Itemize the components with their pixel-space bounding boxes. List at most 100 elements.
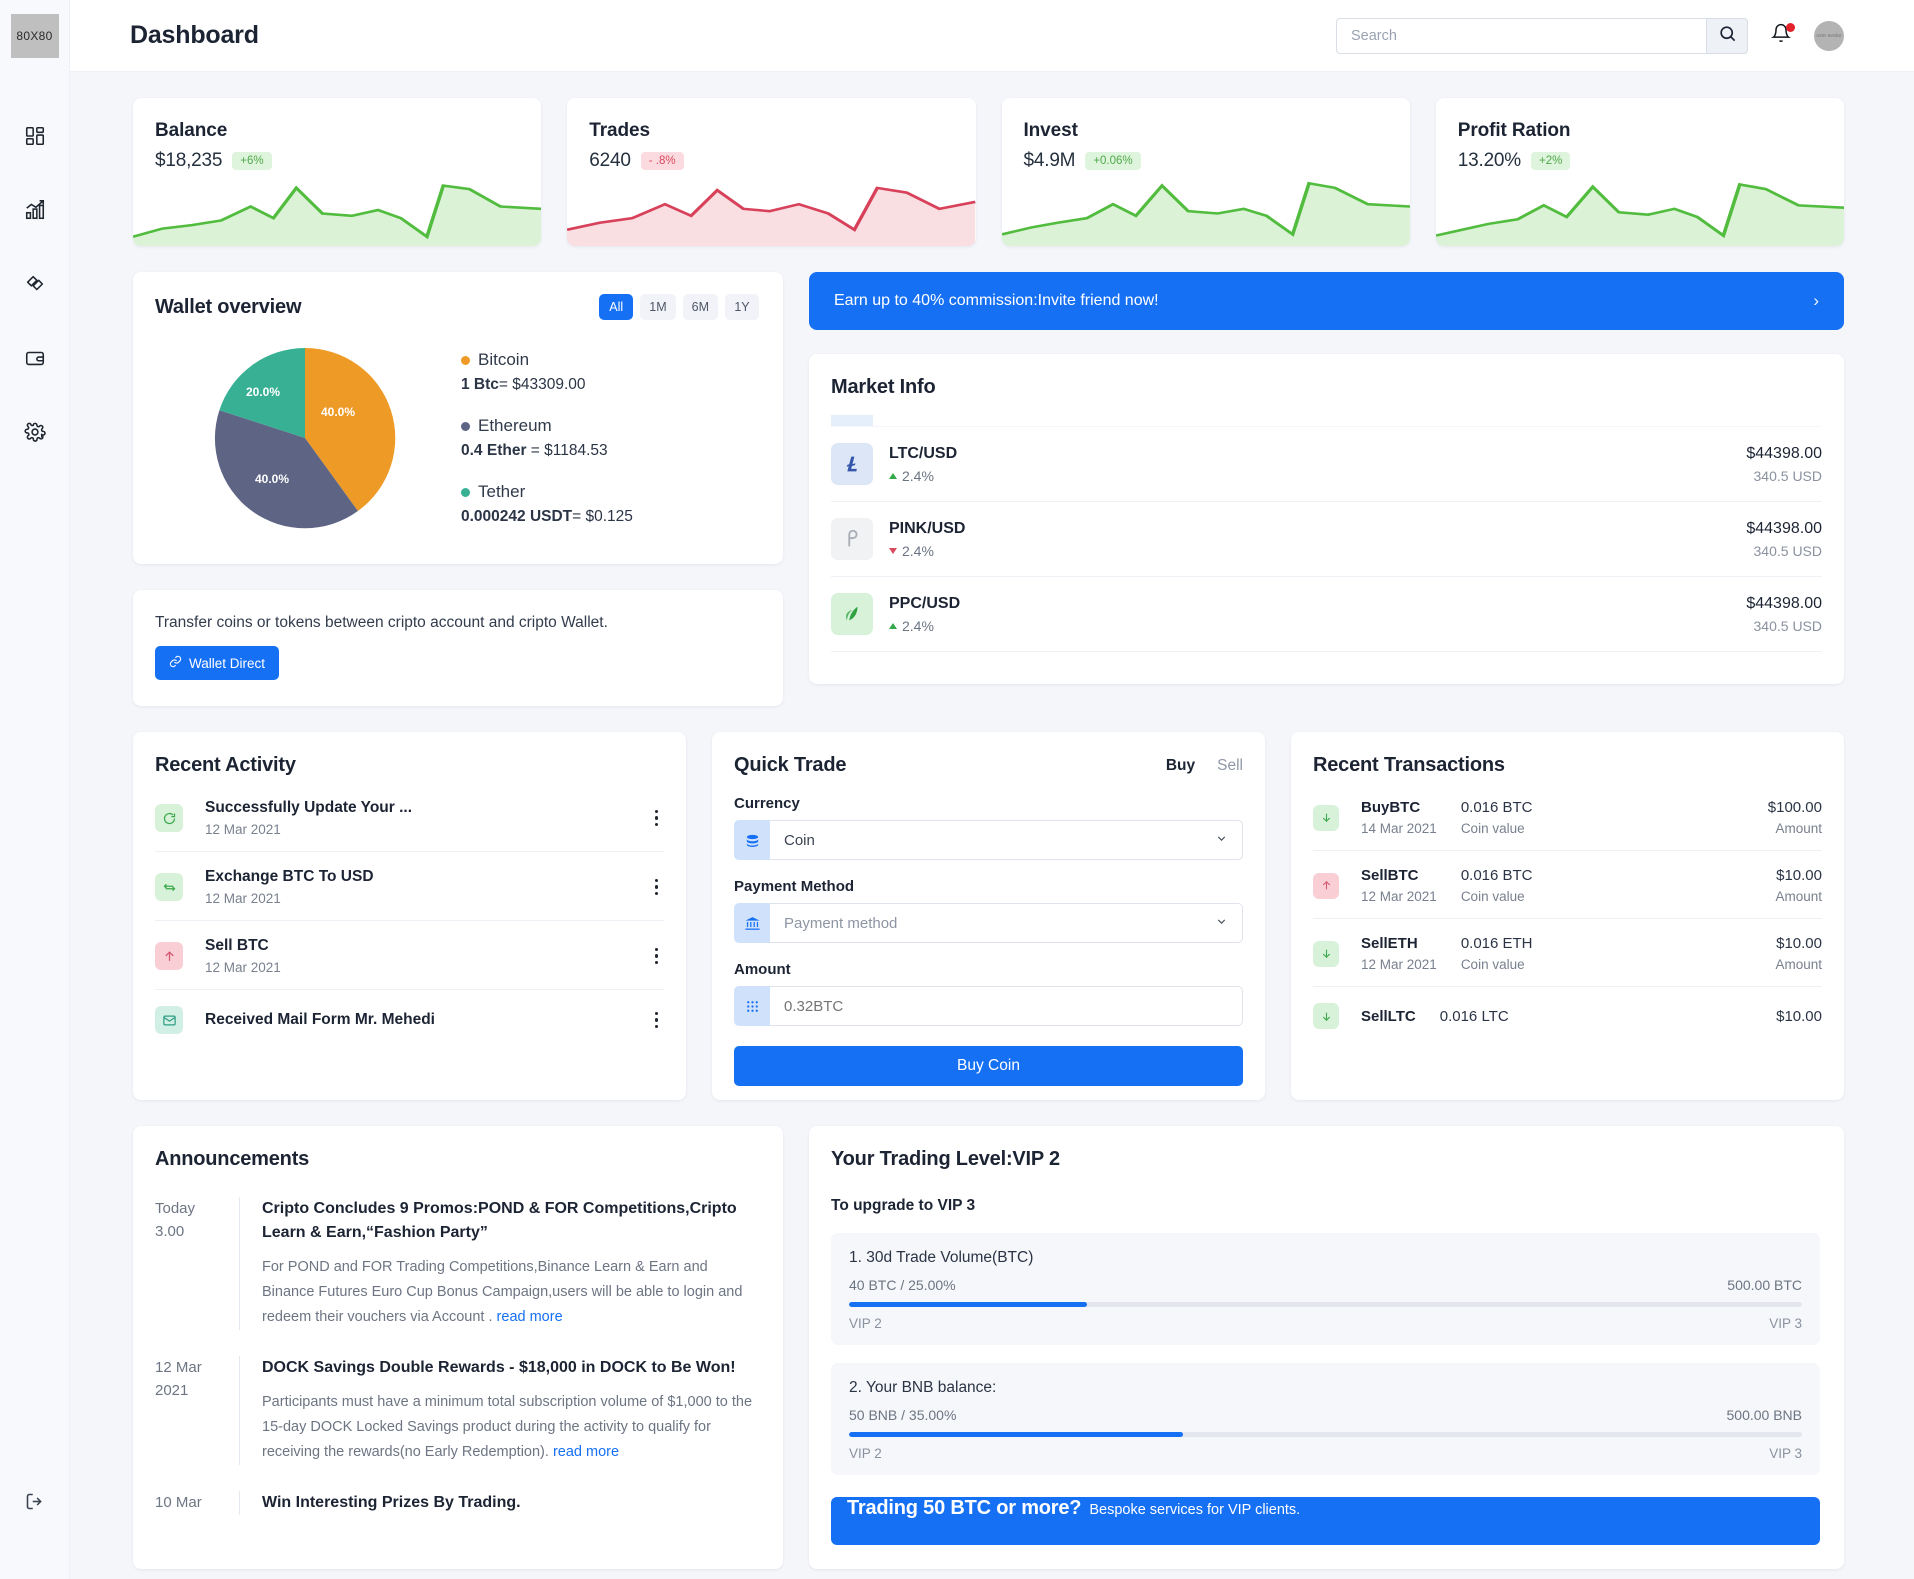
wallet-overview-body: 40.0% 40.0% 20.0% Bitcoin 1 Btc= $43309.…: [155, 338, 759, 538]
payment-method-select[interactable]: Payment method: [770, 903, 1243, 943]
market-pair: PINK/USD: [889, 519, 966, 537]
more-options-icon[interactable]: [649, 806, 665, 831]
payment-method-select-group: Payment method: [734, 903, 1243, 943]
market-row-values: $44398.00 340.5 USD: [1746, 445, 1822, 484]
tab-sell[interactable]: Sell: [1217, 757, 1243, 775]
vip-level-from: VIP 2: [849, 1316, 882, 1331]
market-row-values: $44398.00 340.5 USD: [1746, 520, 1822, 559]
announcement-date: 10 Mar: [155, 1491, 239, 1515]
bottom-row: Announcements Today 3.00 Cripto Conclude…: [133, 1126, 1844, 1579]
announcement-item[interactable]: 12 Mar 2021 DOCK Savings Double Rewards …: [155, 1355, 759, 1465]
table-row[interactable]: SellBTC 12 Mar 2021 0.016 BTC Coin value…: [1313, 851, 1822, 919]
chevron-down-icon: [1215, 832, 1228, 848]
transaction-amount-label: Amount: [1775, 889, 1822, 904]
avatar[interactable]: user-avatar: [1814, 20, 1844, 51]
promo-banner[interactable]: Earn up to 40% commission:Invite friend …: [809, 272, 1844, 330]
legend-name: Bitcoin: [478, 350, 530, 369]
range-tab-1y[interactable]: 1Y: [725, 294, 759, 320]
table-row[interactable]: BuyBTC 14 Mar 2021 0.016 BTC Coin value …: [1313, 783, 1822, 851]
transaction-amount: $10.00 Amount: [1775, 935, 1822, 972]
sidebar-item-dashboard[interactable]: [15, 116, 55, 156]
chevron-down-icon: [1215, 915, 1228, 931]
notifications-button[interactable]: [1768, 22, 1795, 49]
quick-trade-title: Quick Trade: [734, 754, 847, 776]
announcement-body: Win Interesting Prizes By Trading.: [239, 1490, 759, 1515]
swap-icon: [155, 873, 183, 901]
announcement-item[interactable]: 10 Mar Win Interesting Prizes By Trading…: [155, 1490, 759, 1515]
currency-select[interactable]: Coin: [770, 820, 1243, 860]
more-options-icon[interactable]: [649, 875, 665, 900]
stat-value: $4.9M: [1023, 150, 1076, 171]
transaction-coin-label: Coin value: [1460, 957, 1525, 972]
transaction-coin: 0.016 BTC Coin value: [1461, 867, 1591, 904]
transaction-amount-label: Amount: [1775, 957, 1822, 972]
more-options-icon[interactable]: [649, 944, 665, 969]
sparkline-chart: [1001, 174, 1410, 246]
wallet-direct-button[interactable]: Wallet Direct: [155, 646, 280, 680]
sidebar-item-analytics[interactable]: [15, 190, 55, 230]
market-change: 2.4%: [889, 468, 957, 484]
sidebar-item-wallet[interactable]: [15, 338, 55, 378]
read-more-link[interactable]: read more: [553, 1444, 619, 1460]
market-row[interactable]: PPC/USD 2.4% $44398.00 340.5 USD: [831, 577, 1822, 652]
transaction-coin: 0.016 LTC: [1440, 1008, 1570, 1025]
trading-level-subtitle: To upgrade to VIP 3: [831, 1197, 976, 1214]
legend-amount: 0.4 Ether: [461, 442, 527, 459]
wallet-icon: [24, 347, 46, 369]
page-title: Dashboard: [130, 21, 259, 49]
amount-input[interactable]: [770, 986, 1243, 1026]
activity-date: 12 Mar 2021: [205, 822, 281, 837]
announcement-item[interactable]: Today 3.00 Cripto Concludes 9 Promos:PON…: [155, 1197, 759, 1330]
range-tab-1m[interactable]: 1M: [640, 294, 676, 320]
dashboard-content: Balance $18,235 +6% Trades 6240 - .8% In…: [70, 72, 1914, 1579]
transaction-info: BuyBTC 14 Mar 2021: [1361, 799, 1437, 836]
buy-coin-button[interactable]: Buy Coin: [734, 1046, 1243, 1086]
quick-trade-tabs: Buy Sell: [1166, 757, 1243, 775]
market-info-title: Market Info: [831, 376, 936, 398]
legend-dot-bitcoin: [461, 355, 470, 365]
sidebar-nav: [15, 116, 55, 452]
litecoin-icon: [831, 443, 873, 485]
list-item[interactable]: Successfully Update Your ... 12 Mar 2021: [155, 783, 664, 852]
range-tab-all[interactable]: All: [599, 294, 634, 320]
sidebar-item-settings[interactable]: [15, 412, 55, 452]
transaction-amount-value: $10.00: [1776, 1007, 1822, 1025]
vip-progress-target: 500.00 BTC: [1727, 1277, 1802, 1293]
sidebar-item-exchange[interactable]: [15, 264, 55, 304]
announcement-title: DOCK Savings Double Rewards - $18,000 in…: [262, 1358, 736, 1376]
stat-badge: +2%: [1531, 152, 1571, 170]
list-item[interactable]: Received Mail Form Mr. Mehedi: [155, 990, 664, 1048]
market-info-list[interactable]: LTC/USD 2.4% $44398.00 340.5 USD PINK/US…: [831, 415, 1822, 674]
market-row[interactable]: PINK/USD 2.4% $44398.00 340.5 USD: [831, 502, 1822, 577]
stat-card-invest: Invest $4.9M +0.06%: [1001, 98, 1410, 246]
stat-title: Balance: [155, 120, 228, 141]
legend-amount: 1 Btc: [461, 376, 499, 393]
range-tab-6m[interactable]: 6M: [682, 294, 718, 320]
search-button[interactable]: [1706, 17, 1748, 54]
search-input[interactable]: [1336, 17, 1706, 54]
wallet-legend: Bitcoin 1 Btc= $43309.00 Ethereum 0.4 Et…: [455, 350, 759, 526]
more-options-icon[interactable]: [649, 1008, 665, 1033]
stat-title: Profit Ration: [1457, 120, 1571, 141]
list-item[interactable]: Exchange BTC To USD 12 Mar 2021: [155, 852, 664, 921]
market-row-clipped[interactable]: [831, 415, 1822, 427]
vip-cta-banner[interactable]: Trading 50 BTC or more? Bespoke services…: [831, 1497, 1820, 1545]
sidebar-item-logout[interactable]: [15, 1481, 55, 1521]
trading-level-card: Your Trading Level:VIP 2 To upgrade to V…: [809, 1126, 1844, 1569]
legend-sub: 0.000242 USDT= $0.125: [461, 508, 759, 526]
vip-progress-bar: [849, 1432, 1802, 1437]
table-row[interactable]: SellETH 12 Mar 2021 0.016 ETH Coin value…: [1313, 919, 1822, 987]
market-row[interactable]: LTC/USD 2.4% $44398.00 340.5 USD: [831, 427, 1822, 502]
announcement-date-line2: 2021: [155, 1382, 189, 1400]
announcements-title: Announcements: [155, 1148, 310, 1170]
table-row[interactable]: SellLTC 0.016 LTC $10.00: [1313, 987, 1822, 1043]
list-item[interactable]: Sell BTC 12 Mar 2021: [155, 921, 664, 990]
payment-method-value: Payment method: [784, 914, 898, 932]
announcement-date-line1: 12 Mar: [155, 1358, 202, 1376]
peercoin-icon: [831, 593, 873, 635]
market-change-value: 2.4%: [902, 467, 934, 484]
stat-badge: +6%: [232, 152, 272, 170]
tab-buy[interactable]: Buy: [1166, 757, 1195, 775]
read-more-link[interactable]: read more: [497, 1309, 563, 1325]
vip-cta-headline: Trading 50 BTC or more?: [847, 1497, 1082, 1519]
